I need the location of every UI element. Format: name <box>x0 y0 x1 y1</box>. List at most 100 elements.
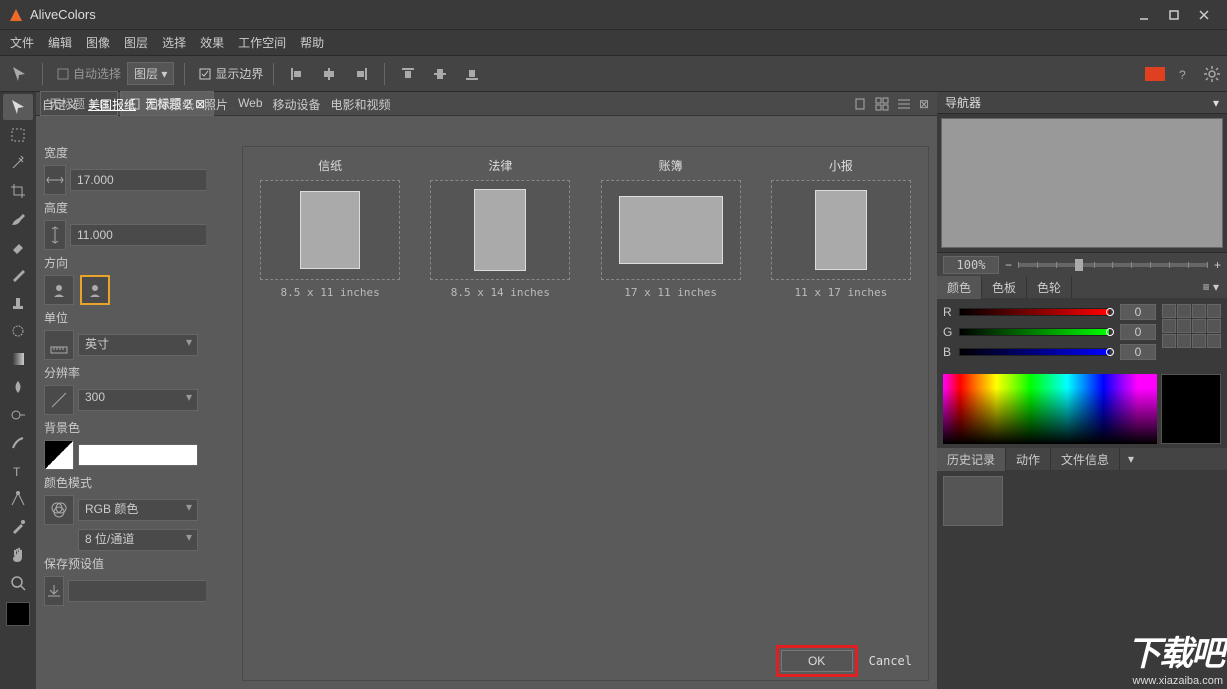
menu-select[interactable]: 选择 <box>162 34 186 51</box>
cancel-button[interactable]: Cancel <box>869 654 912 668</box>
menu-layer[interactable]: 图层 <box>124 34 148 51</box>
gear-icon[interactable] <box>1203 65 1221 83</box>
minimize-button[interactable] <box>1129 5 1159 25</box>
close-button[interactable] <box>1189 5 1219 25</box>
smudge-tool[interactable] <box>3 430 33 456</box>
move-tool-icon[interactable] <box>6 61 32 87</box>
preset-name-input[interactable] <box>68 580 206 602</box>
colorwheel-tab[interactable]: 色轮 <box>1027 276 1072 299</box>
color-panel-tabs: 颜色 色板 色轮 ≡ ▾ <box>937 276 1227 298</box>
text-tool[interactable]: T <box>3 458 33 484</box>
category-custom[interactable]: 自定义 <box>42 96 78 113</box>
blur-tool[interactable] <box>3 374 33 400</box>
align-center-v-icon[interactable] <box>427 61 453 87</box>
hand-tool[interactable] <box>3 542 33 568</box>
layer-target-select[interactable]: 图层 ▾ <box>127 62 174 85</box>
b-value[interactable] <box>1120 344 1156 360</box>
new-doc-icon[interactable] <box>853 97 867 111</box>
align-bottom-icon[interactable] <box>459 61 485 87</box>
preset-item[interactable]: 信纸 8.5 x 11 inches <box>253 157 407 299</box>
width-input[interactable] <box>70 169 206 191</box>
menu-effect[interactable]: 效果 <box>200 34 224 51</box>
ok-button[interactable]: OK <box>781 650 853 672</box>
background-color-swatch[interactable] <box>78 444 198 466</box>
align-top-icon[interactable] <box>395 61 421 87</box>
panel-menu-icon[interactable]: ▾ <box>1120 452 1142 466</box>
menu-help[interactable]: 帮助 <box>300 34 324 51</box>
color-tab[interactable]: 颜色 <box>937 276 982 299</box>
spectrum-picker[interactable] <box>943 374 1221 444</box>
stamp-tool[interactable] <box>3 290 33 316</box>
history-tab[interactable]: 历史记录 <box>937 448 1006 471</box>
align-left-icon[interactable] <box>284 61 310 87</box>
zoom-out-icon[interactable]: − <box>1005 258 1012 272</box>
list-view-icon[interactable] <box>897 97 911 111</box>
maximize-button[interactable] <box>1159 5 1189 25</box>
fileinfo-tab[interactable]: 文件信息 <box>1051 448 1120 471</box>
pen-tool[interactable] <box>3 262 33 288</box>
bitdepth-select[interactable]: 8 位/通道 <box>78 529 198 551</box>
help-icon[interactable]: ? <box>1175 65 1193 83</box>
eraser-tool[interactable] <box>3 234 33 260</box>
magic-wand-tool[interactable] <box>3 150 33 176</box>
category-web[interactable]: Web <box>238 96 262 113</box>
zoom-tool[interactable] <box>3 570 33 596</box>
patch-tool[interactable] <box>3 318 33 344</box>
path-tool[interactable] <box>3 486 33 512</box>
preset-item[interactable]: 小报 11 x 17 inches <box>764 157 918 299</box>
g-value[interactable] <box>1120 324 1156 340</box>
dodge-tool[interactable] <box>3 402 33 428</box>
history-thumbnail[interactable] <box>943 476 1003 526</box>
move-tool[interactable] <box>3 94 33 120</box>
background-label: 背景色 <box>44 419 198 436</box>
menu-file[interactable]: 文件 <box>10 34 34 51</box>
tab-close-all-icon[interactable]: ⊠ <box>919 97 929 111</box>
r-slider[interactable] <box>959 308 1110 316</box>
colormode-select[interactable]: RGB 颜色 <box>78 499 198 521</box>
marquee-tool[interactable] <box>3 122 33 148</box>
b-slider[interactable] <box>959 348 1110 356</box>
menu-image[interactable]: 图像 <box>86 34 110 51</box>
category-photo[interactable]: 照片 <box>204 96 228 113</box>
height-input[interactable] <box>70 224 206 246</box>
preset-item[interactable]: 法律 8.5 x 14 inches <box>423 157 577 299</box>
menu-workspace[interactable]: 工作空间 <box>238 34 286 51</box>
portrait-button[interactable] <box>44 275 74 305</box>
category-film[interactable]: 电影和视频 <box>331 96 391 113</box>
zoom-slider[interactable] <box>1018 263 1208 267</box>
align-right-icon[interactable] <box>348 61 374 87</box>
g-slider[interactable] <box>959 328 1110 336</box>
brush-tool[interactable] <box>3 206 33 232</box>
auto-select-checkbox[interactable]: 自动选择 <box>57 65 121 82</box>
panel-menu-icon[interactable]: ≡ ▾ <box>1195 280 1227 294</box>
color-swatch-grid[interactable] <box>1162 304 1221 364</box>
preset-size: 8.5 x 14 inches <box>451 286 550 299</box>
grid-view-icon[interactable] <box>875 97 889 111</box>
eyedropper-tool[interactable] <box>3 514 33 540</box>
swatches-tab[interactable]: 色板 <box>982 276 1027 299</box>
panel-menu-icon[interactable]: ▾ <box>1213 96 1219 110</box>
landscape-button[interactable] <box>80 275 110 305</box>
show-bounds-checkbox[interactable]: 显示边界 <box>199 65 263 82</box>
gradient-tool[interactable] <box>3 346 33 372</box>
preset-gallery-scroll[interactable]: 信纸 8.5 x 11 inches法律 8.5 x 14 inches账簿 1… <box>243 147 928 680</box>
category-mobile[interactable]: 移动设备 <box>273 96 321 113</box>
preset-thumb <box>260 180 400 280</box>
units-select[interactable]: 英寸 <box>78 334 198 356</box>
notification-icon[interactable] <box>1145 67 1165 81</box>
menubar: 文件 编辑 图像 图层 选择 效果 工作空间 帮助 <box>0 30 1227 56</box>
save-preset-icon[interactable] <box>44 576 64 606</box>
navigator-preview[interactable] <box>941 118 1223 248</box>
align-center-h-icon[interactable] <box>316 61 342 87</box>
category-us-paper[interactable]: 美国报纸 <box>88 96 136 113</box>
actions-tab[interactable]: 动作 <box>1006 448 1051 471</box>
preset-item[interactable]: 账簿 17 x 11 inches <box>594 157 748 299</box>
resolution-select[interactable]: 300 <box>78 389 198 411</box>
zoom-in-icon[interactable]: + <box>1214 258 1221 272</box>
zoom-value[interactable]: 100% <box>943 256 999 274</box>
category-intl-paper[interactable]: 国际报纸 <box>146 96 194 113</box>
foreground-color-swatch[interactable] <box>6 602 30 626</box>
r-value[interactable] <box>1120 304 1156 320</box>
menu-edit[interactable]: 编辑 <box>48 34 72 51</box>
crop-tool[interactable] <box>3 178 33 204</box>
